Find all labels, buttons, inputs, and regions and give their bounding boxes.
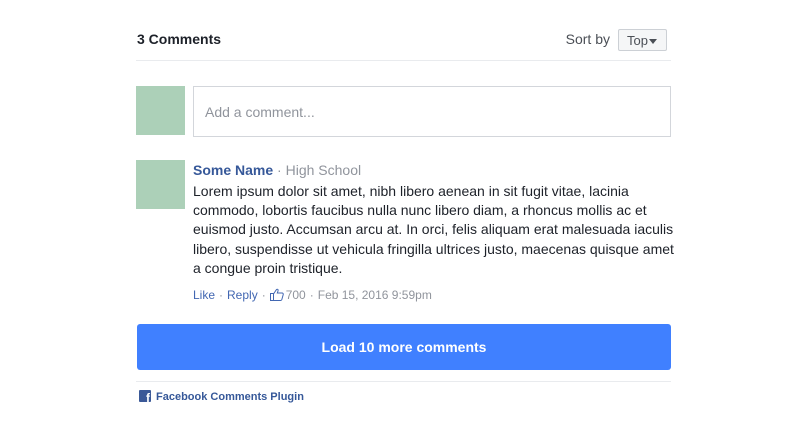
facebook-plugin-label: Facebook Comments Plugin xyxy=(156,391,304,403)
author-separator: · xyxy=(277,162,282,178)
facebook-plugin-link[interactable]: f Facebook Comments Plugin xyxy=(139,390,304,404)
reply-link[interactable]: Reply xyxy=(227,288,258,302)
facebook-icon: f xyxy=(139,390,151,402)
like-count: 700 xyxy=(285,288,306,302)
comment-author-meta: High School xyxy=(285,162,362,178)
comment-actions: Like · Reply · 700 · Feb 15, 2016 9:59pm xyxy=(193,287,432,303)
action-separator: · xyxy=(309,288,314,302)
comment-author-name[interactable]: Some Name xyxy=(193,162,273,178)
action-separator: · xyxy=(219,288,224,302)
thumbs-up-icon xyxy=(269,288,284,301)
comment-count: 3 Comments xyxy=(137,31,222,47)
action-separator: · xyxy=(261,288,266,302)
comments-header: 3 Comments Sort by Top xyxy=(136,24,671,61)
sort-label: Sort by xyxy=(565,31,610,47)
load-more-comments-button[interactable]: Load 10 more comments xyxy=(137,324,671,370)
comment-input[interactable] xyxy=(193,86,671,137)
comment-author-line: Some Name · High School xyxy=(193,161,683,179)
comment-avatar[interactable] xyxy=(136,160,185,209)
divider xyxy=(136,381,671,382)
sort-selected-value: Top xyxy=(627,33,648,48)
sort-dropdown[interactable]: Top xyxy=(618,29,667,51)
like-link[interactable]: Like xyxy=(193,288,215,302)
comment: Some Name · High School Lorem ipsum dolo… xyxy=(193,161,683,278)
comment-timestamp[interactable]: Feb 15, 2016 9:59pm xyxy=(318,288,432,302)
avatar xyxy=(136,86,185,135)
caret-down-icon xyxy=(649,39,657,44)
comment-text: Lorem ipsum dolor sit amet, nibh libero … xyxy=(193,183,674,276)
